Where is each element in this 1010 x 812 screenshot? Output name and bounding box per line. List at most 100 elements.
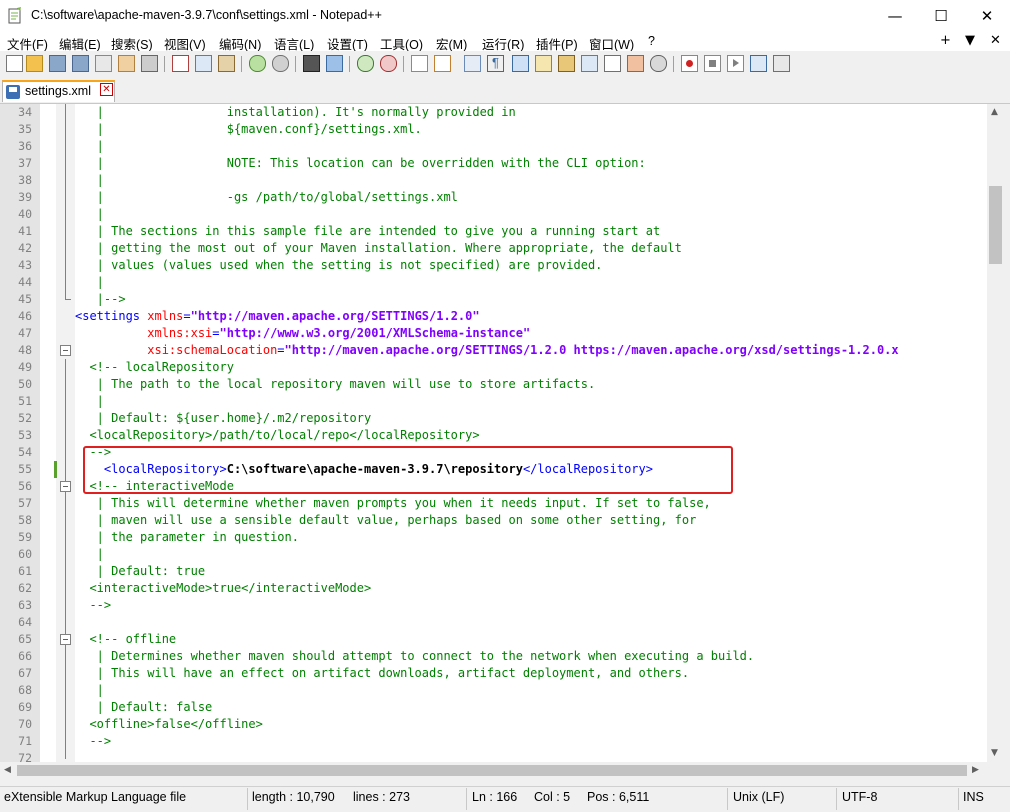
close-window-button[interactable]: ✕: [964, 0, 1010, 32]
scroll-right-arrow-icon[interactable]: ▶: [972, 765, 979, 775]
code-line[interactable]: 47 xmlns:xsi="http://www.w3.org/2001/XML…: [0, 325, 987, 342]
horizontal-scrollbar[interactable]: ◀ ▶: [0, 762, 987, 779]
close-icon[interactable]: [95, 55, 112, 72]
save-macro-icon[interactable]: [773, 55, 790, 72]
code-line[interactable]: 52 | Default: ${user.home}/.m2/repositor…: [0, 410, 987, 427]
code-line[interactable]: 64: [0, 614, 987, 631]
play-macro-icon[interactable]: [727, 55, 744, 72]
code-line[interactable]: 71 -->: [0, 733, 987, 750]
close-document-icon[interactable]: ✕: [990, 33, 1001, 48]
vertical-scroll-thumb[interactable]: [989, 186, 1002, 264]
new-tab-plus-icon[interactable]: +: [940, 33, 951, 48]
code-line[interactable]: 35 | ${maven.conf}/settings.xml.: [0, 121, 987, 138]
code-line[interactable]: 63 -->: [0, 597, 987, 614]
minimize-button[interactable]: —: [872, 0, 918, 32]
horizontal-scroll-thumb[interactable]: [17, 765, 967, 776]
code-line[interactable]: 50 | The path to the local repository ma…: [0, 376, 987, 393]
zoom-out-icon[interactable]: [380, 55, 397, 72]
save-icon[interactable]: [49, 55, 66, 72]
code-token: |: [75, 394, 104, 408]
doc-map-icon[interactable]: [558, 55, 575, 72]
close-all-icon[interactable]: [118, 55, 135, 72]
tab-list-dropdown-icon[interactable]: ▼: [965, 33, 975, 48]
code-line[interactable]: 60 |: [0, 546, 987, 563]
code-line[interactable]: 49 <!-- localRepository: [0, 359, 987, 376]
fold-toggle-icon[interactable]: [60, 345, 71, 356]
word-wrap-icon[interactable]: [464, 55, 481, 72]
eye-icon[interactable]: [650, 55, 667, 72]
code-line[interactable]: 65 <!-- offline: [0, 631, 987, 648]
monitor-icon[interactable]: [627, 55, 644, 72]
code-line[interactable]: 45 |-->: [0, 291, 987, 308]
code-line[interactable]: 36 |: [0, 138, 987, 155]
code-line[interactable]: 42 | getting the most out of your Maven …: [0, 240, 987, 257]
code-line[interactable]: 61 | Default: true: [0, 563, 987, 580]
paste-icon[interactable]: [218, 55, 235, 72]
code-token: |: [75, 547, 104, 561]
code-line[interactable]: 67 | This will have an effect on artifac…: [0, 665, 987, 682]
code-line[interactable]: 59 | the parameter in question.: [0, 529, 987, 546]
code-editor[interactable]: 34 | installation). It's normally provid…: [0, 104, 987, 762]
function-list-icon[interactable]: [581, 55, 598, 72]
status-position: Pos : 6,511: [587, 790, 650, 804]
code-line[interactable]: 38 |: [0, 172, 987, 189]
show-all-chars-icon[interactable]: ¶: [487, 55, 504, 72]
code-text: | getting the most out of your Maven ins…: [75, 240, 682, 257]
code-token: -->: [75, 598, 112, 612]
code-line[interactable]: 41 | The sections in this sample file ar…: [0, 223, 987, 240]
menu-help[interactable]: ?: [648, 34, 655, 48]
save-all-icon[interactable]: [72, 55, 89, 72]
code-line[interactable]: 48 xsi:schemaLocation="http://maven.apac…: [0, 342, 987, 359]
record-macro-icon[interactable]: [681, 55, 698, 72]
line-number: 49: [18, 360, 32, 374]
vertical-scrollbar[interactable]: ▲ ▼: [987, 104, 1004, 762]
code-line[interactable]: 72: [0, 750, 987, 762]
code-line[interactable]: 70 <offline>false</offline>: [0, 716, 987, 733]
status-encoding[interactable]: UTF-8: [842, 790, 877, 804]
code-line[interactable]: 34 | installation). It's normally provid…: [0, 104, 987, 121]
code-line[interactable]: 53 <localRepository>/path/to/local/repo<…: [0, 427, 987, 444]
sync-horizontal-icon[interactable]: [434, 55, 451, 72]
tab-settings-xml[interactable]: settings.xml ✕: [2, 80, 115, 102]
code-line[interactable]: 62 <interactiveMode>true</interactiveMod…: [0, 580, 987, 597]
redo-icon[interactable]: [272, 55, 289, 72]
udl-icon[interactable]: [535, 55, 552, 72]
code-line[interactable]: 43 | values (values used when the settin…: [0, 257, 987, 274]
undo-icon[interactable]: [249, 55, 266, 72]
code-line[interactable]: 46 <settings xmlns="http://maven.apache.o…: [0, 308, 987, 325]
run-macro-multiple-icon[interactable]: [750, 55, 767, 72]
code-line[interactable]: 68 |: [0, 682, 987, 699]
code-line[interactable]: 51 |: [0, 393, 987, 410]
code-line[interactable]: 69 | Default: false: [0, 699, 987, 716]
toolbar-separator: [164, 56, 165, 72]
replace-icon[interactable]: [326, 55, 343, 72]
stop-macro-icon[interactable]: [704, 55, 721, 72]
find-icon[interactable]: [303, 55, 320, 72]
sync-vertical-icon[interactable]: [411, 55, 428, 72]
code-line[interactable]: 44 |: [0, 274, 987, 291]
scroll-up-arrow-icon[interactable]: ▲: [991, 107, 998, 117]
zoom-in-icon[interactable]: [357, 55, 374, 72]
scroll-left-arrow-icon[interactable]: ◀: [4, 765, 11, 775]
fold-toggle-icon[interactable]: [60, 481, 71, 492]
tab-close-icon[interactable]: ✕: [100, 83, 113, 96]
copy-icon[interactable]: [195, 55, 212, 72]
open-file-icon[interactable]: [26, 55, 43, 72]
code-token: =: [183, 309, 191, 323]
fold-toggle-icon[interactable]: [60, 634, 71, 645]
status-insert-mode[interactable]: INS: [963, 790, 984, 804]
indent-guide-icon[interactable]: [512, 55, 529, 72]
new-file-icon[interactable]: [6, 55, 23, 72]
folder-workspace-icon[interactable]: [604, 55, 621, 72]
code-line[interactable]: 58 | maven will use a sensible default v…: [0, 512, 987, 529]
code-line[interactable]: 66 | Determines whether maven should att…: [0, 648, 987, 665]
print-icon[interactable]: [141, 55, 158, 72]
scroll-down-arrow-icon[interactable]: ▼: [991, 748, 998, 758]
code-line[interactable]: 37 | NOTE: This location can be overridd…: [0, 155, 987, 172]
maximize-button[interactable]: ☐: [918, 0, 964, 32]
code-line[interactable]: 57 | This will determine whether maven p…: [0, 495, 987, 512]
status-eol[interactable]: Unix (LF): [733, 790, 784, 804]
code-line[interactable]: 39 | -gs /path/to/global/settings.xml: [0, 189, 987, 206]
cut-icon[interactable]: [172, 55, 189, 72]
code-line[interactable]: 40 |: [0, 206, 987, 223]
